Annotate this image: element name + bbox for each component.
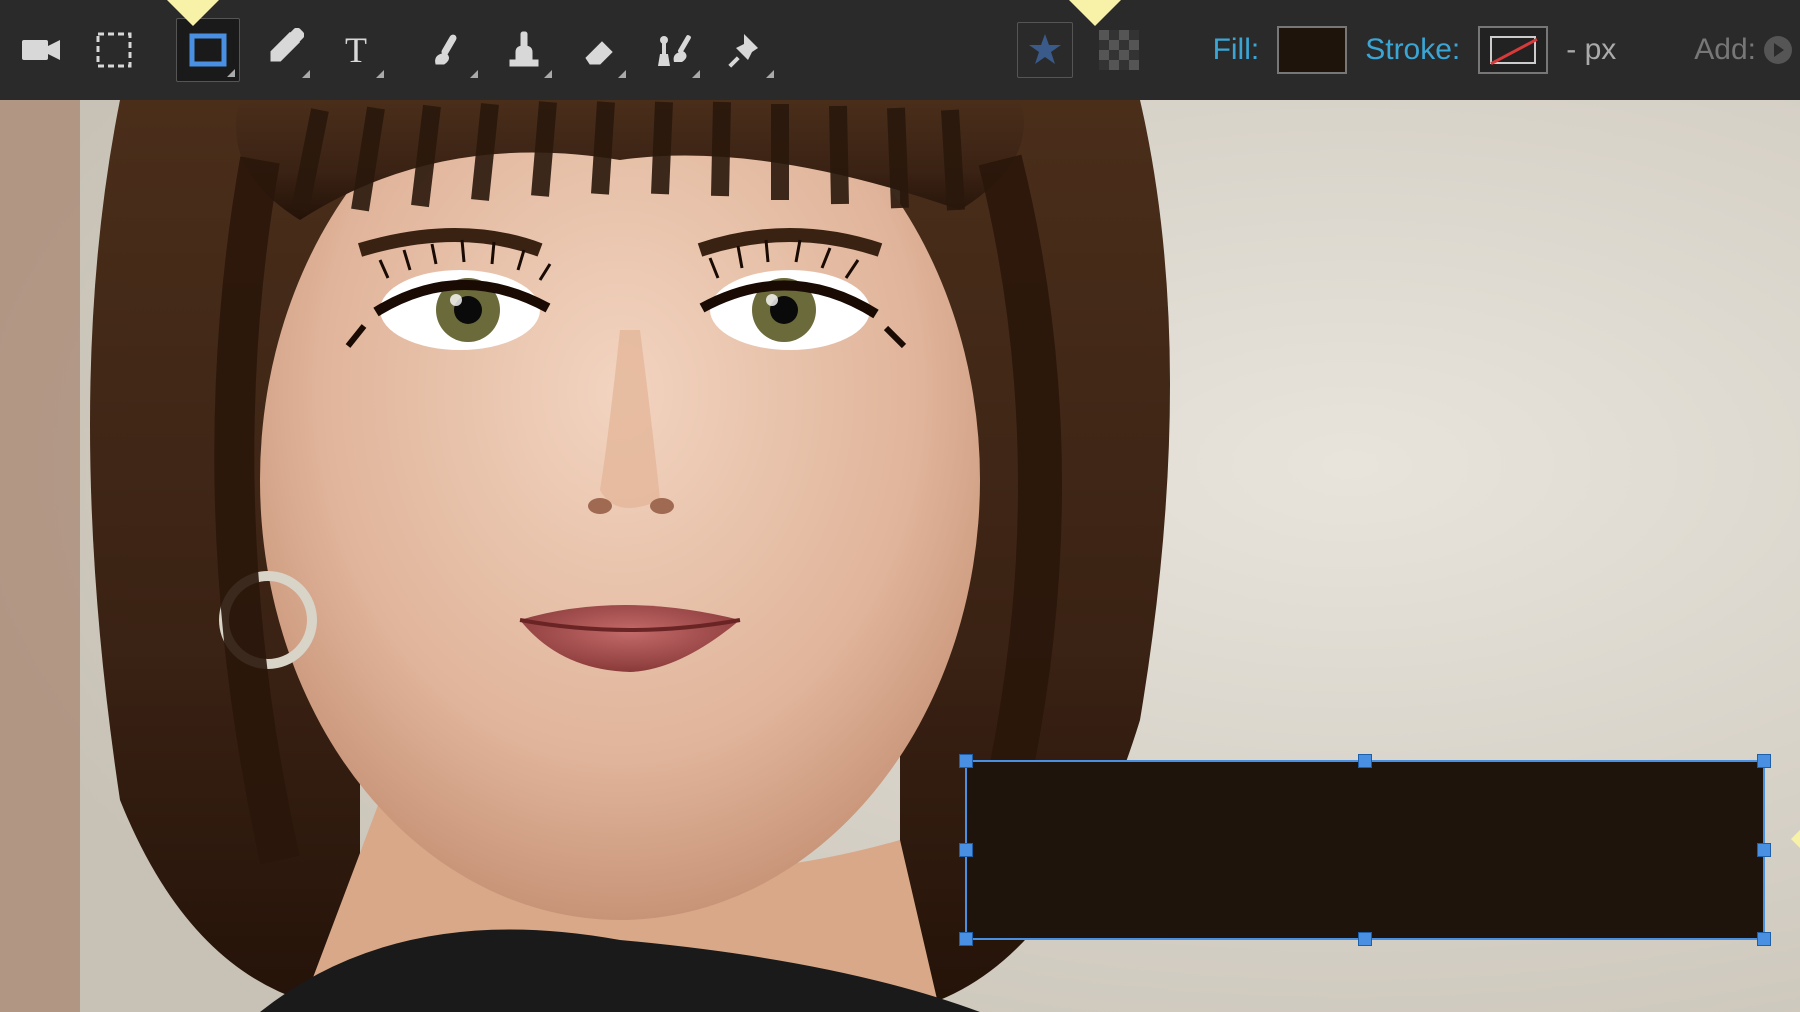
camera-tool[interactable] [8,18,72,82]
resize-handle-ne[interactable] [1757,754,1771,768]
fill-label: Fill: [1213,33,1260,67]
resize-handle-sw[interactable] [959,932,973,946]
stroke-label: Stroke: [1365,33,1460,67]
hint-marker [1791,809,1800,869]
tool-group-left [8,18,146,82]
rectangle-fill [967,762,1763,938]
resize-handle-e[interactable] [1757,843,1771,857]
clone-stamp-tool[interactable] [492,18,556,82]
star-preset[interactable] [1017,22,1073,78]
eyedropper-tool[interactable] [250,18,314,82]
svg-text:T: T [345,30,367,70]
rectangle-tool[interactable] [176,18,240,82]
selection-tool[interactable] [82,18,146,82]
resize-handle-nw[interactable] [959,754,973,768]
transparency-toggle[interactable] [1091,22,1147,78]
resize-handle-s[interactable] [1358,932,1372,946]
fill-color-well[interactable] [1277,26,1347,74]
hint-marker [163,0,223,26]
stroke-width-value[interactable]: - px [1566,33,1616,67]
resize-handle-w[interactable] [959,843,973,857]
tool-group-shapes: T [176,18,388,82]
add-play-icon[interactable] [1764,36,1792,64]
selected-rectangle-shape[interactable] [965,760,1765,940]
text-tool[interactable]: T [324,18,388,82]
main-toolbar: T [0,0,1800,100]
resize-handle-n[interactable] [1358,754,1372,768]
pin-tool[interactable] [714,18,778,82]
shape-options: Fill: Stroke: - px Add: [1017,22,1792,78]
composition-canvas[interactable] [0,100,1800,1012]
hint-marker [1065,0,1125,26]
brush-tool[interactable] [418,18,482,82]
roto-brush-tool[interactable] [640,18,704,82]
resize-handle-se[interactable] [1757,932,1771,946]
tool-group-paint [418,18,778,82]
add-label: Add: [1694,33,1756,67]
add-label-group: Add: [1694,33,1792,67]
stroke-color-well[interactable] [1478,26,1548,74]
eraser-tool[interactable] [566,18,630,82]
